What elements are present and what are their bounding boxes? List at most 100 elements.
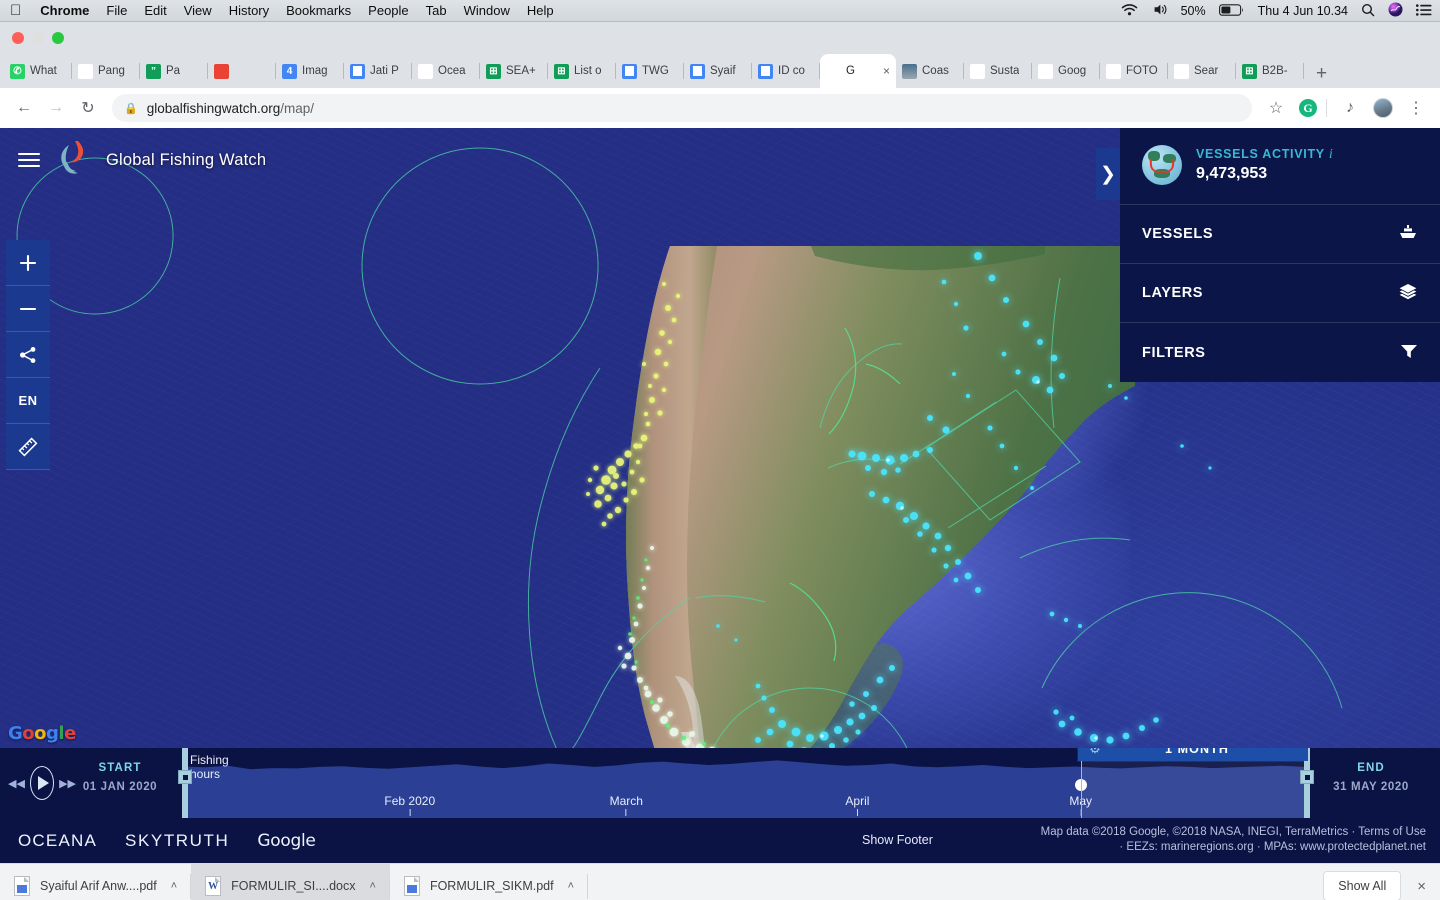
gmail-icon: M <box>78 63 93 79</box>
wifi-icon[interactable] <box>1121 3 1138 19</box>
browser-tab-twg[interactable]: TWG <box>616 54 684 88</box>
calendar-icon: 4 <box>282 63 297 79</box>
window-maximize-button[interactable] <box>52 32 64 44</box>
download-item[interactable]: FORMULIR_SI....docx ˄ <box>191 863 390 900</box>
window-close-button[interactable] <box>12 32 24 44</box>
address-bar[interactable]: 🔒 globalfishingwatch.org/map/ <box>112 94 1252 122</box>
browser-tab-g[interactable]: ʕ G × <box>820 54 896 88</box>
chevron-up-icon[interactable]: ˄ <box>370 880 376 892</box>
timeline-duration-selector[interactable]: ⚙ 1 MONTH <box>1078 748 1308 761</box>
google-logo[interactable]: Google <box>257 831 315 851</box>
timeline-start-handle[interactable] <box>178 748 192 818</box>
gear-icon[interactable]: ⚙ <box>1078 748 1112 757</box>
browser-tab-goog[interactable]: G Goog <box>1032 54 1100 88</box>
share-button[interactable] <box>6 332 50 378</box>
browser-tab-coas[interactable]: Coas <box>896 54 964 88</box>
menu-chrome[interactable]: Chrome <box>40 3 89 18</box>
skytruth-logo[interactable]: SKYTRUTH <box>125 831 229 851</box>
browser-tab-pang[interactable]: M Pang <box>72 54 140 88</box>
ruler-measure-button[interactable] <box>6 424 50 470</box>
timeline-start-date[interactable]: 01 JAN 2020 <box>74 781 166 793</box>
download-item-name: FORMULIR_SIKM.pdf <box>429 879 554 893</box>
browser-tab-label: Jati P <box>370 65 399 77</box>
browser-tab-jati-p[interactable]: Jati P <box>344 54 412 88</box>
menu-view[interactable]: View <box>184 3 212 18</box>
browser-tab-list-o[interactable]: ⊞ List o <box>548 54 616 88</box>
siri-icon[interactable] <box>1388 2 1403 20</box>
menubar-datetime: Thu 4 Jun 10.34 <box>1257 4 1348 18</box>
timeline-end-date[interactable]: 31 MAY 2020 <box>1316 781 1426 793</box>
download-item[interactable]: FORMULIR_SIKM.pdf ˄ <box>390 864 589 900</box>
back-arrow-icon[interactable]: ← <box>10 94 38 122</box>
macos-menubar:  Chrome File Edit View History Bookmark… <box>0 0 1440 22</box>
sidebar-item-vessels[interactable]: VESSELS <box>1120 205 1440 264</box>
browser-tab-sea-[interactable]: ⊞ SEA+ <box>480 54 548 88</box>
browser-tab-label: Pa <box>166 65 181 77</box>
browser-tab-record-icon[interactable] <box>208 54 276 88</box>
pdf-file-icon <box>14 876 30 896</box>
right-sidebar: ❯ VESSELS ACTIVITY i 9,473,953 VESSELS LA… <box>1096 128 1440 382</box>
google-drive-icon: ▲ <box>1106 63 1121 79</box>
browser-tab-b2b-[interactable]: ⊞ B2B- <box>1236 54 1304 88</box>
window-titlebar <box>0 22 1440 54</box>
chevron-right-icon[interactable]: ❯ <box>1096 148 1120 200</box>
chevron-up-icon[interactable]: ˄ <box>568 880 574 892</box>
apple-icon[interactable]:  <box>10 3 21 18</box>
browser-tab-foto[interactable]: ▲ FOTO <box>1100 54 1168 88</box>
profile-avatar[interactable] <box>1373 98 1393 118</box>
menu-file[interactable]: File <box>106 3 127 18</box>
step-backward-icon[interactable]: ◀◀ <box>8 777 25 790</box>
menu-window[interactable]: Window <box>464 3 510 18</box>
browser-tab-sear[interactable]: ▲ Sear <box>1168 54 1236 88</box>
browser-tab-what[interactable]: ✆ What <box>4 54 72 88</box>
browser-tab-imag[interactable]: 4 Imag <box>276 54 344 88</box>
play-button-icon[interactable] <box>29 766 55 800</box>
zoom-in-button[interactable] <box>6 240 50 286</box>
menu-tab[interactable]: Tab <box>426 3 447 18</box>
menu-history[interactable]: History <box>229 3 269 18</box>
spotlight-search-icon[interactable] <box>1361 3 1375 20</box>
download-item[interactable]: Syaiful Arif Anw....pdf ˄ <box>0 864 192 900</box>
oceana-logo[interactable]: OCEANA <box>18 831 97 851</box>
show-all-downloads-button[interactable]: Show All <box>1323 871 1402 900</box>
grammarly-icon[interactable]: G <box>1299 99 1317 117</box>
google-drive-icon: ▲ <box>1174 63 1189 79</box>
menu-people[interactable]: People <box>368 3 408 18</box>
browser-tab-ocea[interactable]: ◔ Ocea <box>412 54 480 88</box>
media-playlist-icon[interactable]: ♪ <box>1336 94 1364 122</box>
menu-bookmarks[interactable]: Bookmarks <box>286 3 351 18</box>
filter-funnel-icon <box>1400 343 1418 363</box>
browser-tab-susta[interactable]: ʕ Susta <box>964 54 1032 88</box>
sidebar-item-layers[interactable]: LAYERS <box>1120 264 1440 323</box>
browser-tab-label: B2B- <box>1262 65 1288 77</box>
timeline-duration-label: 1 MONTH <box>1165 748 1229 756</box>
menu-help[interactable]: Help <box>527 3 554 18</box>
hamburger-menu-icon[interactable] <box>18 149 40 171</box>
close-downloads-shelf-icon[interactable]: × <box>1417 878 1426 895</box>
notification-center-icon[interactable] <box>1416 3 1432 19</box>
browser-tab-label: TWG <box>642 65 669 77</box>
volume-icon[interactable] <box>1151 3 1168 19</box>
sidebar-item-filters[interactable]: FILTERS <box>1120 323 1440 382</box>
menu-edit[interactable]: Edit <box>144 3 166 18</box>
star-icon[interactable]: ☆ <box>1262 94 1290 122</box>
browser-tab-label: Susta <box>990 65 1020 77</box>
browser-tab-pa[interactable]: ” Pa <box>140 54 208 88</box>
browser-tab-label: Coas <box>922 65 949 77</box>
info-italic-icon[interactable]: i <box>1329 147 1334 162</box>
chevron-up-icon[interactable]: ˄ <box>171 880 177 892</box>
window-minimize-button[interactable] <box>32 32 44 44</box>
zoom-out-button[interactable] <box>6 286 50 332</box>
global-fishing-watch-icon: ʕ <box>826 63 841 79</box>
reload-icon[interactable]: ↻ <box>74 94 102 122</box>
chrome-menu-icon[interactable]: ⋮ <box>1402 94 1430 122</box>
battery-icon[interactable] <box>1218 3 1245 19</box>
browser-tab-id-co[interactable]: ID co <box>752 54 820 88</box>
language-button[interactable]: EN <box>6 378 50 424</box>
show-footer-button[interactable]: Show Footer <box>862 833 933 847</box>
new-tab-button[interactable]: + <box>1304 60 1339 88</box>
pdf-file-icon <box>403 876 420 896</box>
close-tab-icon[interactable]: × <box>883 64 890 78</box>
forward-arrow-icon[interactable]: → <box>42 94 70 122</box>
browser-tab-syaif[interactable]: Syaif <box>684 54 752 88</box>
